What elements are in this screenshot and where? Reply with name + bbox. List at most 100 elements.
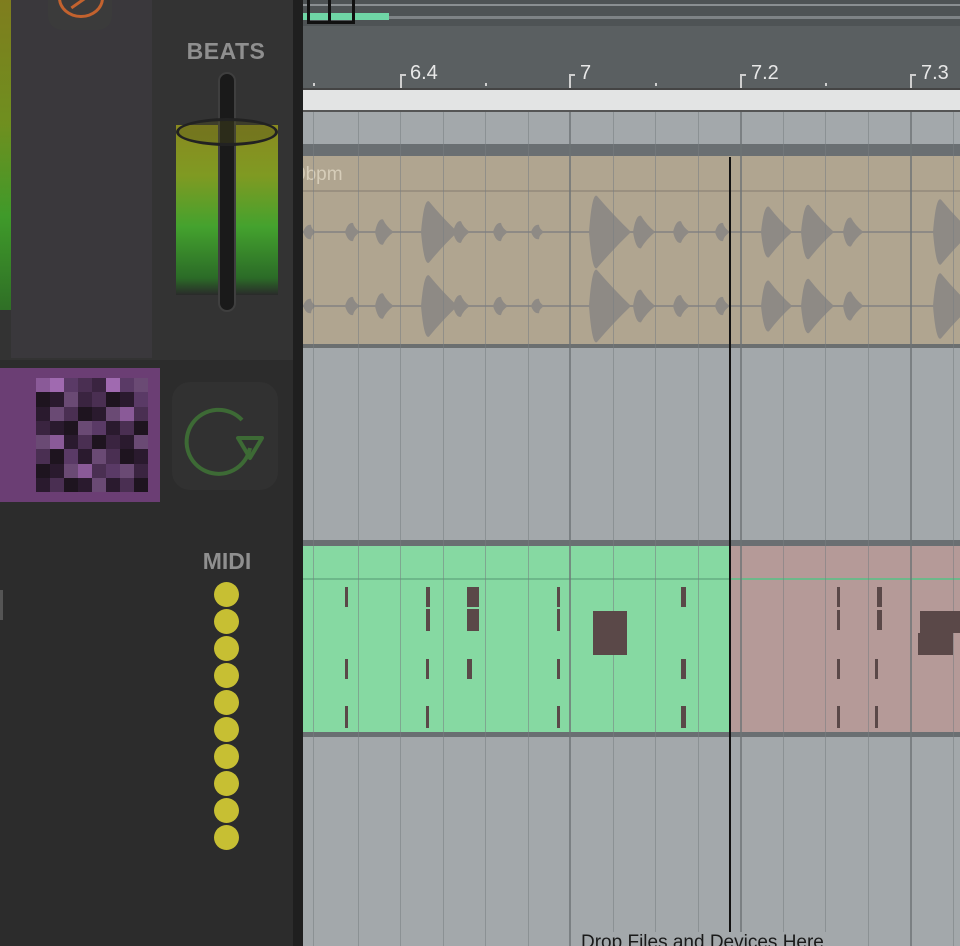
gridline: [528, 112, 529, 946]
gridline: [740, 112, 742, 946]
waveform-transient: [421, 201, 458, 263]
track-separator: [303, 144, 960, 156]
clip-pixel: [36, 392, 50, 407]
midi-note[interactable]: [837, 706, 840, 728]
midi-clip-header[interactable]: [303, 546, 730, 580]
track-lane[interactable]: [303, 737, 960, 946]
clip-pixel: [78, 378, 92, 393]
waveform-transient: [453, 221, 470, 243]
gridline: [655, 112, 656, 946]
midi-note[interactable]: [345, 659, 348, 679]
waveform-transient: [303, 224, 317, 240]
audio-clip[interactable]: 0bpm: [303, 156, 960, 348]
midi-indicator-dot: [214, 798, 239, 823]
clip-pixel: [78, 392, 92, 407]
midi-label: MIDI: [202, 548, 252, 574]
clip-pixel: [92, 378, 106, 393]
midi-note[interactable]: [467, 609, 479, 631]
clip-pixel: [106, 449, 120, 464]
midi-clip[interactable]: [303, 546, 730, 732]
waveform-transient: [843, 291, 864, 321]
overview-view-box[interactable]: [307, 0, 355, 24]
audio-clip-label: 0bpm: [303, 164, 343, 185]
device-display-area: [11, 0, 152, 358]
loop-icon: [184, 407, 264, 476]
clip-pixel: [50, 449, 64, 464]
midi-note[interactable]: [345, 587, 348, 607]
midi-note[interactable]: [557, 609, 560, 631]
clip-pixel: [64, 463, 78, 478]
midi-note[interactable]: [877, 587, 882, 607]
midi-note[interactable]: [426, 587, 430, 607]
midi-indicator-dot: [214, 582, 239, 607]
clip-pixel: [120, 392, 134, 407]
overview-line: [303, 4, 960, 6]
midi-note[interactable]: [875, 706, 878, 728]
gridline: [825, 112, 826, 946]
midi-indicator-dot: [214, 663, 239, 688]
clip-pixel: [64, 392, 78, 407]
clip-pixel: [134, 463, 148, 478]
midi-note[interactable]: [467, 659, 472, 679]
gridline: [443, 112, 444, 946]
clip-pixel: [50, 378, 64, 393]
clip-pixel: [134, 392, 148, 407]
clip-pixel: [92, 435, 106, 450]
device-panel: BEATS MIDI: [0, 0, 293, 946]
midi-note[interactable]: [877, 610, 882, 630]
midi-note[interactable]: [875, 659, 878, 679]
midi-note[interactable]: [557, 706, 560, 728]
clip-pixel: [120, 463, 134, 478]
midi-note[interactable]: [681, 659, 686, 679]
midi-note[interactable]: [918, 633, 953, 655]
clip-pixel: [120, 477, 134, 492]
beats-fader-track[interactable]: [218, 72, 236, 312]
clip-pixel: [36, 420, 50, 435]
waveform-transient: [633, 215, 656, 249]
clip-pattern-grid: [36, 378, 148, 492]
ruler-label-7-3: 7.3: [921, 62, 949, 84]
midi-note[interactable]: [837, 610, 840, 630]
midi-note[interactable]: [837, 659, 840, 679]
gridline: [783, 112, 784, 946]
ruler-label-6-4: 6.4: [410, 62, 438, 84]
midi-note[interactable]: [426, 609, 430, 631]
playhead[interactable]: [729, 157, 731, 946]
clip-pixel: [92, 449, 106, 464]
clip-pixel: [106, 392, 120, 407]
clip-pixel: [92, 406, 106, 421]
clip-pixel: [92, 463, 106, 478]
midi-note[interactable]: [426, 659, 429, 679]
arrangement-view[interactable]: 6.4 7 7.2 7.3 0bpm Drop Files and Device…: [303, 0, 960, 946]
midi-note[interactable]: [345, 706, 348, 728]
waveform-transient: [715, 296, 730, 316]
midi-note[interactable]: [681, 587, 686, 607]
midi-note[interactable]: [467, 587, 479, 607]
panel-divider[interactable]: [293, 0, 303, 946]
midi-note[interactable]: [837, 587, 840, 607]
clip-pixel: [50, 420, 64, 435]
audio-clip-header[interactable]: [303, 156, 960, 192]
midi-note[interactable]: [426, 706, 429, 728]
midi-note[interactable]: [920, 611, 960, 633]
waveform-transient: [801, 204, 834, 260]
loop-brace-bar[interactable]: [303, 88, 960, 112]
midi-note[interactable]: [593, 611, 627, 633]
gridline: [910, 112, 912, 946]
arrangement-overview[interactable]: [303, 0, 960, 26]
beats-label: BEATS: [186, 38, 266, 64]
track-lane[interactable]: [303, 348, 960, 540]
beat-time-ruler[interactable]: 6.4 7 7.2 7.3: [303, 26, 960, 88]
clip-pixel: [36, 463, 50, 478]
waveform-transient: [761, 280, 793, 332]
midi-note[interactable]: [593, 633, 627, 655]
midi-clip-header[interactable]: [730, 546, 960, 580]
midi-note[interactable]: [557, 587, 560, 607]
ruler-tick: [569, 74, 575, 88]
clip-pixel: [134, 477, 148, 492]
midi-note[interactable]: [557, 659, 560, 679]
midi-note[interactable]: [681, 706, 686, 728]
track-lane[interactable]: [303, 112, 960, 144]
beats-fader-handle[interactable]: [176, 118, 278, 146]
gridline: [698, 112, 699, 946]
